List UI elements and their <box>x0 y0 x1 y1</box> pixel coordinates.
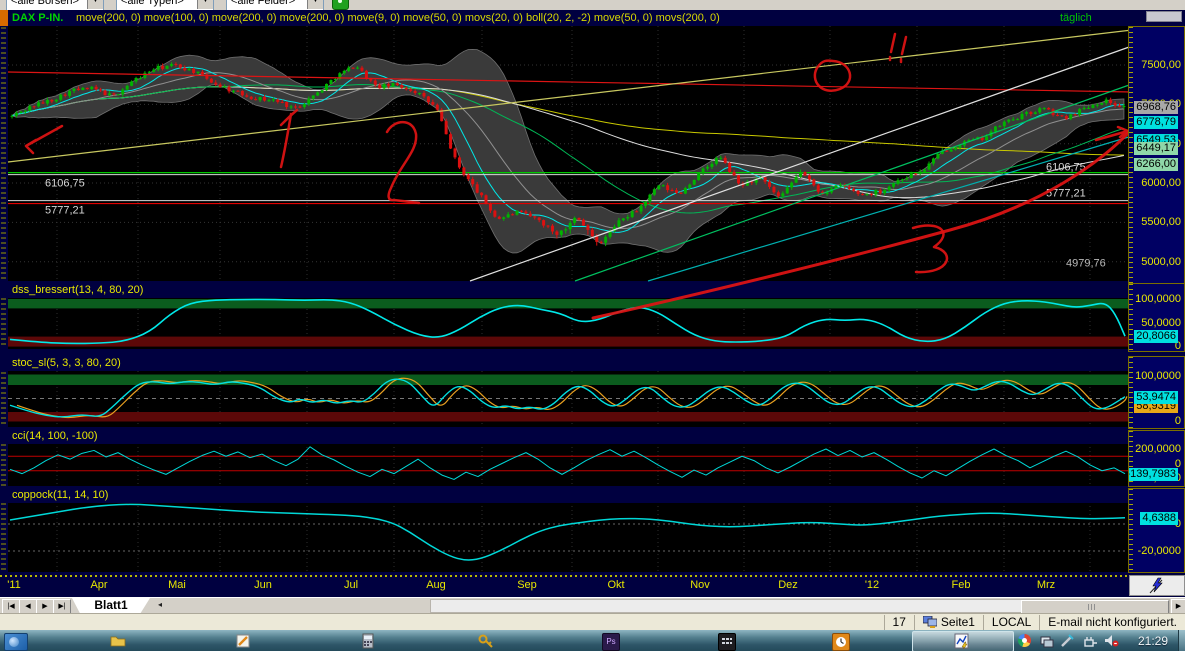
type-dropdown-value: <alle Typen> <box>121 0 184 7</box>
month-label: Nov <box>690 579 710 591</box>
month-label: Okt <box>607 579 624 591</box>
axis-tick: 50,0000 <box>1141 317 1181 329</box>
axis-tick: 6000,00 <box>1141 177 1181 189</box>
field-dropdown[interactable]: <alle Felder> ▼ <box>226 0 324 10</box>
cci-plot <box>0 443 1185 486</box>
status-local: LOCAL <box>983 615 1039 630</box>
show-desktop-button[interactable] <box>1178 630 1185 651</box>
panel-header-cci: cci(14, 100, -100) <box>0 430 1140 444</box>
timeframe-label: täglich <box>1060 12 1092 24</box>
field-dropdown-value: <alle Felder> <box>231 0 295 7</box>
tray-tools-icon[interactable] <box>1060 634 1076 650</box>
stoc-sl-plot <box>0 371 1185 427</box>
time-axis: '11 Apr Mai Jun Jul Aug Sep Okt Nov Dez '12 Feb Mrz <box>0 575 1128 594</box>
month-label: Dez <box>778 579 798 591</box>
taskbar-photoshop-icon[interactable]: Ps <box>602 633 620 651</box>
tray-volume-icon[interactable] <box>1104 634 1120 650</box>
value-axis-4: 0-20,00004,6388 <box>1128 488 1185 573</box>
network-computer-icon <box>923 616 937 628</box>
last-value-marker: 4,6388 <box>1140 512 1178 525</box>
taskbar-folder-icon[interactable] <box>110 633 126 649</box>
taskbar: Ps 21:29 <box>0 630 1185 651</box>
month-label: Mai <box>168 579 186 591</box>
window-size-box[interactable] <box>1146 11 1182 22</box>
type-dropdown[interactable]: <alle Typen> ▼ <box>116 0 214 10</box>
taskbar-notes-icon[interactable] <box>235 633 251 649</box>
panel-header-dss-bressert: dss_bressert(13, 4, 80, 20) <box>0 284 1140 298</box>
svg-text:6106,75: 6106,75 <box>1046 162 1086 174</box>
exchange-dropdown[interactable]: <alle Börsen> ▼ <box>6 0 104 10</box>
taskbar-active-chart-app[interactable] <box>912 631 1014 651</box>
last-value-marker: 53,9474 <box>1134 391 1178 404</box>
axis-tick: 7500,00 <box>1141 59 1181 71</box>
status-email: E-mail nicht konfiguriert. <box>1039 615 1185 630</box>
month-label: Feb <box>952 579 971 591</box>
last-value-marker: -139,7983 <box>1128 468 1178 481</box>
axis-tick: 100,0000 <box>1135 293 1181 305</box>
value-axis-3: 200,00000-200,0000-139,7983 <box>1128 430 1185 487</box>
month-label: Aug <box>426 579 446 591</box>
exchange-dropdown-value: <alle Börsen> <box>11 0 79 7</box>
last-value-marker: 20,8066 <box>1134 330 1178 343</box>
start-button[interactable] <box>4 633 28 651</box>
svg-text:5777,21: 5777,21 <box>45 205 85 217</box>
studies-label: move(200, 0) move(100, 0) move(200, 0) m… <box>76 12 720 24</box>
symbol-label: DAX P-IN. <box>12 12 63 24</box>
coppock-plot <box>0 502 1185 572</box>
sheet-tab-blatt1[interactable]: Blatt1 <box>72 598 150 613</box>
chevron-down-icon[interactable]: ▼ <box>87 0 103 9</box>
month-label: Jul <box>344 579 358 591</box>
top-toolbar: <alle Börsen> ▼ <alle Typen> ▼ <alle Fel… <box>0 0 1185 10</box>
month-label: '12 <box>865 579 879 591</box>
axis-tick: 0 <box>1175 415 1181 427</box>
taskbar-keys-icon[interactable] <box>478 633 494 649</box>
axis-tick: 100,0000 <box>1135 370 1181 382</box>
go-button[interactable] <box>332 0 349 10</box>
sheet-tab-bar: |◀ ◀ ▶ ▶| Blatt1 ◂ ▶ <box>0 597 1185 613</box>
svg-text:4979,76: 4979,76 <box>1066 257 1106 269</box>
month-label: Mrz <box>1037 579 1055 591</box>
last-value-marker: 6968,76 <box>1134 101 1178 114</box>
month-label: Jun <box>254 579 272 591</box>
scrollbar-thumb[interactable] <box>1021 600 1169 614</box>
value-axis-0: 7500,007000,006500,006000,005500,005000,… <box>1128 26 1185 292</box>
title-marker <box>0 10 8 26</box>
svg-text:5777,21: 5777,21 <box>1046 188 1086 200</box>
status-bar: 17 Seite1 LOCAL E-mail nicht konfigurier… <box>0 613 1185 630</box>
price-plot: 6106,75 6106,75 5777,21 5777,21 4979,76 <box>0 26 1185 281</box>
taskbar-clock-app-icon[interactable] <box>832 633 850 651</box>
panel-header-coppock: coppock(11, 14, 10) <box>0 489 1140 503</box>
taskbar-calculator-icon[interactable] <box>360 633 376 649</box>
draw-tool-box[interactable] <box>1129 575 1185 596</box>
last-value-marker: 6778,79 <box>1134 116 1178 129</box>
chevron-down-icon[interactable]: ▼ <box>197 0 213 9</box>
axis-tick: 200,0000 <box>1135 443 1181 455</box>
axis-tick: -20,0000 <box>1138 545 1181 557</box>
status-count: 17 <box>884 615 914 630</box>
tray-browser-icon[interactable] <box>1018 634 1031 647</box>
month-label: '11 <box>7 579 21 591</box>
status-page: Seite1 <box>914 615 983 630</box>
value-axis-2: 100,0000058,931953,9474 <box>1128 356 1185 429</box>
dss-bressert-plot <box>0 297 1185 349</box>
axis-tick: 5000,00 <box>1141 256 1181 268</box>
panel-header-stoc-sl: stoc_sl(5, 3, 3, 80, 20) <box>0 357 1140 371</box>
value-axis-1: 100,000050,0000020,8066 <box>1128 283 1185 352</box>
chart-title-row: DAX P-IN. move(200, 0) move(100, 0) move… <box>0 10 1185 26</box>
lightning-pen-icon <box>1147 576 1167 595</box>
month-label: Sep <box>517 579 537 591</box>
last-value-marker: 6266,00 <box>1134 158 1178 171</box>
svg-text:6106,75: 6106,75 <box>45 178 85 190</box>
tab-scroll-left-icon[interactable]: ◂ <box>158 600 162 609</box>
axis-tick: 5500,00 <box>1141 216 1181 228</box>
chevron-down-icon[interactable]: ▼ <box>307 0 323 9</box>
taskbar-phone-icon[interactable] <box>718 633 736 651</box>
tray-windows-icon[interactable] <box>1040 635 1056 651</box>
tray-usb-icon[interactable] <box>1084 635 1100 651</box>
application-window: <alle Börsen> ▼ <alle Typen> ▼ <alle Fel… <box>0 0 1185 651</box>
month-label: Apr <box>90 579 107 591</box>
taskbar-clock[interactable]: 21:29 <box>1128 634 1178 648</box>
horizontal-scrollbar[interactable] <box>430 599 1170 613</box>
last-value-marker: 6449,17 <box>1134 142 1178 155</box>
